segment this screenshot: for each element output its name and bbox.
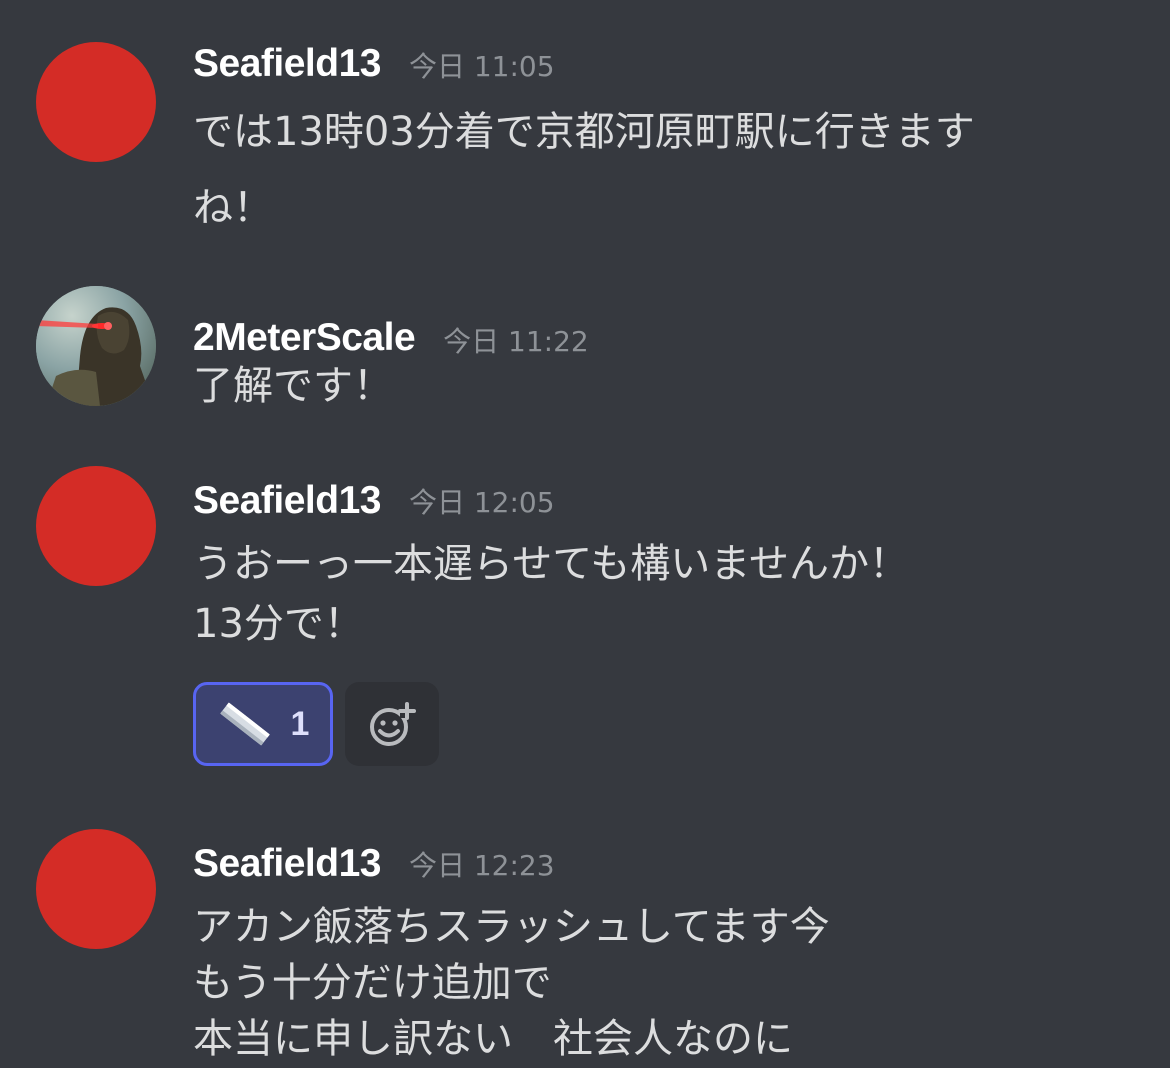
username[interactable]: 2MeterScale bbox=[193, 316, 416, 360]
username[interactable]: Seafield13 bbox=[193, 842, 381, 886]
chat-message-list: Seafield13 今日 11:05 では13時03分着で京都河原町駅に行きま… bbox=[0, 0, 1170, 1068]
message-text-line: では13時03分着で京都河原町駅に行きます bbox=[193, 109, 975, 155]
ruler-icon bbox=[219, 702, 270, 746]
message-text-line: ね！ bbox=[193, 185, 273, 231]
message-text-line: もう十分だけ追加で bbox=[193, 960, 552, 1006]
message-header: 2MeterScale 今日 11:22 bbox=[193, 286, 1150, 360]
message-text-line: 了解です！ bbox=[193, 363, 393, 409]
message-text-line: うおーっ一本遅らせても構いませんか！ bbox=[193, 541, 909, 587]
message-header: Seafield13 今日 11:05 bbox=[193, 42, 1150, 98]
message-text-line: 本当に申し訳ない 社会人なのに bbox=[193, 1016, 793, 1062]
username[interactable]: Seafield13 bbox=[193, 479, 381, 523]
message-body: Seafield13 今日 11:05 では13時03分着で京都河原町駅に行きま… bbox=[193, 42, 1150, 246]
avatar[interactable] bbox=[36, 466, 156, 586]
add-reaction-button[interactable] bbox=[345, 682, 439, 766]
message-body: 2MeterScale 今日 11:22 了解です！ bbox=[193, 286, 1150, 412]
message-text-line: アカン飯落ちスラッシュしてます今 bbox=[193, 904, 830, 950]
username[interactable]: Seafield13 bbox=[193, 42, 381, 86]
timestamp: 今日 11:05 bbox=[408, 50, 555, 83]
avatar-image bbox=[36, 286, 156, 406]
message-header: Seafield13 今日 12:05 bbox=[193, 466, 1150, 536]
avatar[interactable] bbox=[36, 829, 156, 949]
timestamp: 今日 12:05 bbox=[408, 486, 555, 519]
message-body: Seafield13 今日 12:05 うおーっ一本遅らせても構いませんか！ 1… bbox=[193, 466, 1150, 766]
add-reaction-icon bbox=[370, 702, 416, 746]
message-body: Seafield13 今日 12:23 アカン飯落ちスラッシュしてます今 もう十… bbox=[193, 829, 1150, 1067]
timestamp: 今日 12:23 bbox=[408, 849, 555, 882]
reaction-button[interactable]: 1 bbox=[193, 682, 333, 766]
reactions-row: 1 bbox=[193, 682, 1150, 766]
timestamp: 今日 11:22 bbox=[443, 325, 589, 358]
message-text-line: 13分で！ bbox=[193, 601, 364, 647]
reaction-count: 1 bbox=[290, 704, 310, 743]
avatar[interactable] bbox=[36, 286, 156, 406]
avatar[interactable] bbox=[36, 42, 156, 162]
message-header: Seafield13 今日 12:23 bbox=[193, 829, 1150, 899]
